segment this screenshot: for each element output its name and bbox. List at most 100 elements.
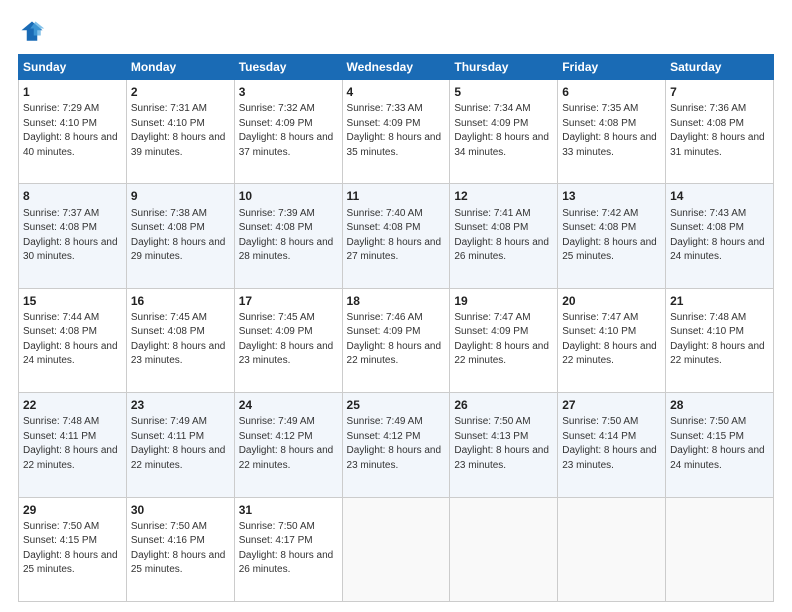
day-number: 23 bbox=[131, 397, 230, 413]
day-header-monday: Monday bbox=[126, 55, 234, 80]
day-number: 4 bbox=[347, 84, 446, 100]
day-number: 12 bbox=[454, 188, 553, 204]
calendar-cell: 12 Sunrise: 7:41 AMSunset: 4:08 PMDaylig… bbox=[450, 184, 558, 288]
day-info: Sunrise: 7:29 AMSunset: 4:10 PMDaylight:… bbox=[23, 103, 118, 158]
calendar-cell: 27 Sunrise: 7:50 AMSunset: 4:14 PMDaylig… bbox=[558, 393, 666, 497]
calendar-cell: 17 Sunrise: 7:45 AMSunset: 4:09 PMDaylig… bbox=[234, 288, 342, 392]
calendar-cell: 8 Sunrise: 7:37 AMSunset: 4:08 PMDayligh… bbox=[19, 184, 127, 288]
day-number: 19 bbox=[454, 293, 553, 309]
day-info: Sunrise: 7:31 AMSunset: 4:10 PMDaylight:… bbox=[131, 103, 226, 158]
day-number: 21 bbox=[670, 293, 769, 309]
logo bbox=[18, 18, 50, 46]
day-header-saturday: Saturday bbox=[666, 55, 774, 80]
day-number: 5 bbox=[454, 84, 553, 100]
page: SundayMondayTuesdayWednesdayThursdayFrid… bbox=[0, 0, 792, 612]
header bbox=[18, 18, 774, 46]
day-number: 18 bbox=[347, 293, 446, 309]
calendar-cell: 15 Sunrise: 7:44 AMSunset: 4:08 PMDaylig… bbox=[19, 288, 127, 392]
day-number: 29 bbox=[23, 502, 122, 518]
calendar-cell: 26 Sunrise: 7:50 AMSunset: 4:13 PMDaylig… bbox=[450, 393, 558, 497]
day-number: 1 bbox=[23, 84, 122, 100]
day-info: Sunrise: 7:50 AMSunset: 4:14 PMDaylight:… bbox=[562, 416, 657, 471]
day-number: 15 bbox=[23, 293, 122, 309]
day-header-sunday: Sunday bbox=[19, 55, 127, 80]
day-info: Sunrise: 7:49 AMSunset: 4:12 PMDaylight:… bbox=[347, 416, 442, 471]
day-info: Sunrise: 7:48 AMSunset: 4:11 PMDaylight:… bbox=[23, 416, 118, 471]
day-info: Sunrise: 7:41 AMSunset: 4:08 PMDaylight:… bbox=[454, 208, 549, 263]
day-number: 17 bbox=[239, 293, 338, 309]
calendar-cell: 25 Sunrise: 7:49 AMSunset: 4:12 PMDaylig… bbox=[342, 393, 450, 497]
calendar-week-2: 8 Sunrise: 7:37 AMSunset: 4:08 PMDayligh… bbox=[19, 184, 774, 288]
calendar-cell: 9 Sunrise: 7:38 AMSunset: 4:08 PMDayligh… bbox=[126, 184, 234, 288]
calendar-cell: 7 Sunrise: 7:36 AMSunset: 4:08 PMDayligh… bbox=[666, 80, 774, 184]
day-info: Sunrise: 7:44 AMSunset: 4:08 PMDaylight:… bbox=[23, 312, 118, 367]
calendar-cell bbox=[450, 497, 558, 601]
calendar-cell: 13 Sunrise: 7:42 AMSunset: 4:08 PMDaylig… bbox=[558, 184, 666, 288]
calendar-cell bbox=[558, 497, 666, 601]
day-number: 7 bbox=[670, 84, 769, 100]
day-info: Sunrise: 7:42 AMSunset: 4:08 PMDaylight:… bbox=[562, 208, 657, 263]
day-number: 2 bbox=[131, 84, 230, 100]
calendar-cell: 24 Sunrise: 7:49 AMSunset: 4:12 PMDaylig… bbox=[234, 393, 342, 497]
day-info: Sunrise: 7:47 AMSunset: 4:10 PMDaylight:… bbox=[562, 312, 657, 367]
day-number: 26 bbox=[454, 397, 553, 413]
day-info: Sunrise: 7:34 AMSunset: 4:09 PMDaylight:… bbox=[454, 103, 549, 158]
day-info: Sunrise: 7:47 AMSunset: 4:09 PMDaylight:… bbox=[454, 312, 549, 367]
day-header-tuesday: Tuesday bbox=[234, 55, 342, 80]
day-number: 24 bbox=[239, 397, 338, 413]
day-info: Sunrise: 7:50 AMSunset: 4:13 PMDaylight:… bbox=[454, 416, 549, 471]
calendar-week-1: 1 Sunrise: 7:29 AMSunset: 4:10 PMDayligh… bbox=[19, 80, 774, 184]
day-info: Sunrise: 7:48 AMSunset: 4:10 PMDaylight:… bbox=[670, 312, 765, 367]
day-number: 14 bbox=[670, 188, 769, 204]
day-info: Sunrise: 7:39 AMSunset: 4:08 PMDaylight:… bbox=[239, 208, 334, 263]
calendar-cell: 29 Sunrise: 7:50 AMSunset: 4:15 PMDaylig… bbox=[19, 497, 127, 601]
day-number: 25 bbox=[347, 397, 446, 413]
calendar-week-5: 29 Sunrise: 7:50 AMSunset: 4:15 PMDaylig… bbox=[19, 497, 774, 601]
day-info: Sunrise: 7:45 AMSunset: 4:08 PMDaylight:… bbox=[131, 312, 226, 367]
calendar-cell: 31 Sunrise: 7:50 AMSunset: 4:17 PMDaylig… bbox=[234, 497, 342, 601]
day-info: Sunrise: 7:50 AMSunset: 4:17 PMDaylight:… bbox=[239, 521, 334, 576]
day-number: 9 bbox=[131, 188, 230, 204]
day-number: 20 bbox=[562, 293, 661, 309]
day-info: Sunrise: 7:38 AMSunset: 4:08 PMDaylight:… bbox=[131, 208, 226, 263]
day-info: Sunrise: 7:36 AMSunset: 4:08 PMDaylight:… bbox=[670, 103, 765, 158]
calendar-cell: 4 Sunrise: 7:33 AMSunset: 4:09 PMDayligh… bbox=[342, 80, 450, 184]
calendar-cell: 2 Sunrise: 7:31 AMSunset: 4:10 PMDayligh… bbox=[126, 80, 234, 184]
calendar-cell: 3 Sunrise: 7:32 AMSunset: 4:09 PMDayligh… bbox=[234, 80, 342, 184]
calendar-cell: 16 Sunrise: 7:45 AMSunset: 4:08 PMDaylig… bbox=[126, 288, 234, 392]
calendar-cell bbox=[342, 497, 450, 601]
day-number: 31 bbox=[239, 502, 338, 518]
day-number: 22 bbox=[23, 397, 122, 413]
calendar-cell: 19 Sunrise: 7:47 AMSunset: 4:09 PMDaylig… bbox=[450, 288, 558, 392]
day-info: Sunrise: 7:37 AMSunset: 4:08 PMDaylight:… bbox=[23, 208, 118, 263]
day-info: Sunrise: 7:40 AMSunset: 4:08 PMDaylight:… bbox=[347, 208, 442, 263]
calendar-cell: 28 Sunrise: 7:50 AMSunset: 4:15 PMDaylig… bbox=[666, 393, 774, 497]
logo-icon bbox=[18, 18, 46, 46]
day-number: 27 bbox=[562, 397, 661, 413]
day-info: Sunrise: 7:50 AMSunset: 4:16 PMDaylight:… bbox=[131, 521, 226, 576]
calendar-cell: 14 Sunrise: 7:43 AMSunset: 4:08 PMDaylig… bbox=[666, 184, 774, 288]
calendar-cell: 30 Sunrise: 7:50 AMSunset: 4:16 PMDaylig… bbox=[126, 497, 234, 601]
day-info: Sunrise: 7:35 AMSunset: 4:08 PMDaylight:… bbox=[562, 103, 657, 158]
day-number: 10 bbox=[239, 188, 338, 204]
calendar-cell: 11 Sunrise: 7:40 AMSunset: 4:08 PMDaylig… bbox=[342, 184, 450, 288]
day-info: Sunrise: 7:45 AMSunset: 4:09 PMDaylight:… bbox=[239, 312, 334, 367]
day-number: 28 bbox=[670, 397, 769, 413]
day-number: 8 bbox=[23, 188, 122, 204]
day-info: Sunrise: 7:46 AMSunset: 4:09 PMDaylight:… bbox=[347, 312, 442, 367]
calendar-cell: 21 Sunrise: 7:48 AMSunset: 4:10 PMDaylig… bbox=[666, 288, 774, 392]
day-number: 3 bbox=[239, 84, 338, 100]
day-number: 6 bbox=[562, 84, 661, 100]
day-info: Sunrise: 7:33 AMSunset: 4:09 PMDaylight:… bbox=[347, 103, 442, 158]
calendar-cell: 18 Sunrise: 7:46 AMSunset: 4:09 PMDaylig… bbox=[342, 288, 450, 392]
day-number: 11 bbox=[347, 188, 446, 204]
calendar-week-3: 15 Sunrise: 7:44 AMSunset: 4:08 PMDaylig… bbox=[19, 288, 774, 392]
day-info: Sunrise: 7:43 AMSunset: 4:08 PMDaylight:… bbox=[670, 208, 765, 263]
day-info: Sunrise: 7:32 AMSunset: 4:09 PMDaylight:… bbox=[239, 103, 334, 158]
day-header-friday: Friday bbox=[558, 55, 666, 80]
calendar-table: SundayMondayTuesdayWednesdayThursdayFrid… bbox=[18, 54, 774, 602]
day-header-wednesday: Wednesday bbox=[342, 55, 450, 80]
day-number: 16 bbox=[131, 293, 230, 309]
calendar-week-4: 22 Sunrise: 7:48 AMSunset: 4:11 PMDaylig… bbox=[19, 393, 774, 497]
calendar-cell: 1 Sunrise: 7:29 AMSunset: 4:10 PMDayligh… bbox=[19, 80, 127, 184]
